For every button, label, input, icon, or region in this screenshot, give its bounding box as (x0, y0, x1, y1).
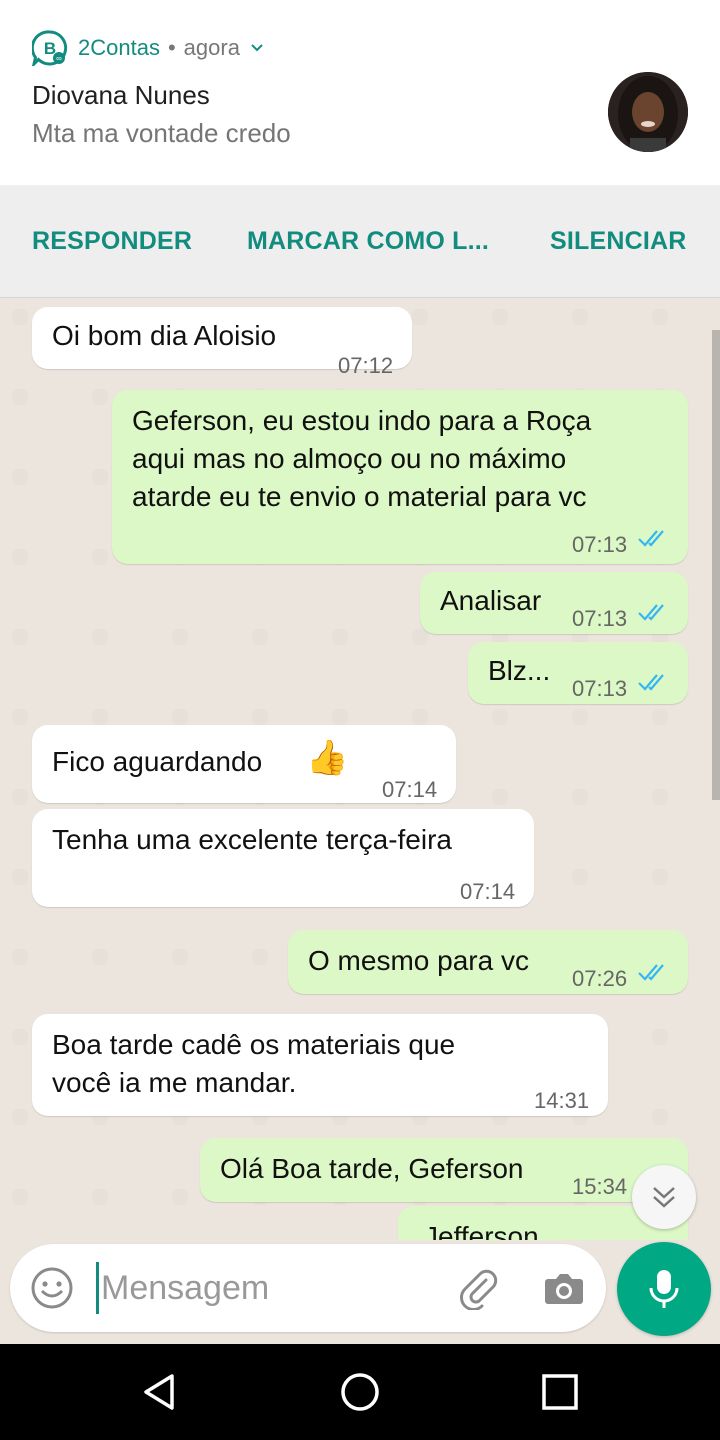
avatar (608, 72, 688, 152)
notification-header: B ∞ 2Contas • agora (32, 30, 264, 66)
mic-icon (649, 1270, 679, 1308)
message-time: 07:13 (572, 532, 628, 557)
message-time: 07:12 (338, 353, 394, 378)
message-composer (0, 1240, 720, 1344)
message-bubble[interactable]: Olá Boa tarde, Geferson 15:34 (200, 1138, 688, 1202)
message-time: 07:13 (572, 606, 628, 631)
message-text-line: Geferson, eu estou indo para a Roça (132, 405, 592, 436)
back-icon[interactable] (138, 1370, 182, 1414)
message-bubble[interactable]: Boa tarde cadê os materiais que você ia … (32, 1014, 608, 1116)
scrollbar[interactable] (712, 330, 720, 800)
message-text-line: Boa tarde cadê os materiais que (52, 1029, 456, 1060)
message-bubble[interactable]: O mesmo para vc 07:26 (288, 930, 688, 994)
message-text: Analisar (440, 585, 542, 616)
notification-actions: RESPONDER MARCAR COMO L... SILENCIAR (0, 185, 720, 298)
recents-icon[interactable] (538, 1370, 582, 1414)
notification-time: agora (183, 35, 240, 60)
message-text: Olá Boa tarde, Geferson (220, 1153, 524, 1184)
read-ticks-icon (638, 530, 664, 547)
message-field[interactable] (10, 1244, 606, 1332)
notification-sender: Diovana Nunes (32, 80, 210, 110)
message-time: 07:26 (572, 966, 628, 991)
message-time: 15:34 (572, 1174, 628, 1199)
message-input[interactable] (96, 1262, 433, 1314)
message-time: 07:13 (572, 676, 628, 701)
emoji-icon[interactable] (30, 1266, 74, 1310)
message-time: 07:14 (382, 777, 438, 802)
message-time: 14:31 (534, 1088, 590, 1113)
message-bubble[interactable]: Fico aguardando 👍 07:14 (32, 725, 456, 803)
camera-icon[interactable] (542, 1266, 586, 1310)
message-text: Blz... (488, 655, 551, 686)
mark-as-read-button[interactable]: MARCAR COMO L... (247, 227, 489, 256)
voice-record-button[interactable] (617, 1242, 711, 1336)
message-bubble[interactable]: Analisar 07:13 (420, 572, 688, 634)
message-text: Jefferson (424, 1221, 539, 1240)
attach-icon[interactable] (456, 1266, 500, 1310)
message-text-line: atarde eu te envio o material para vc (132, 481, 587, 512)
app-name: 2Contas (78, 35, 160, 60)
notification[interactable]: B ∞ 2Contas • agora Diovana Nunes Mta ma… (0, 0, 720, 185)
message-bubble[interactable]: Tenha uma excelente terça-feira 07:14 (32, 809, 534, 907)
message-text: O mesmo para vc (308, 945, 529, 976)
home-icon[interactable] (338, 1370, 382, 1414)
chevron-down-icon[interactable] (250, 41, 264, 55)
message-text: Fico aguardando (52, 746, 263, 777)
message-bubble[interactable]: Oi bom dia Aloisio 07:12 (32, 307, 412, 378)
notification-preview: Mta ma vontade credo (32, 118, 291, 148)
app-logo-icon: B ∞ (32, 30, 68, 66)
read-ticks-icon (638, 964, 664, 981)
separator-dot: • (167, 35, 176, 60)
scroll-down-icon (653, 1187, 675, 1208)
avatar-image (608, 72, 688, 152)
thumbs-up-emoji: 👍 (306, 739, 349, 777)
message-text-line: você ia me mandar. (52, 1067, 297, 1098)
scroll-down-button[interactable] (632, 1165, 696, 1229)
read-ticks-icon (638, 604, 664, 621)
chat-area[interactable]: Oi bom dia Aloisio 07:12 Geferson, eu es… (0, 297, 720, 1240)
mute-button[interactable]: SILENCIAR (550, 227, 687, 256)
message-time: 07:14 (460, 879, 516, 904)
message-text: Oi bom dia Aloisio (52, 320, 277, 351)
reply-button[interactable]: RESPONDER (32, 227, 192, 256)
read-ticks-icon (638, 674, 664, 691)
svg-text:∞: ∞ (56, 54, 62, 63)
system-navigation-bar (0, 1344, 720, 1440)
message-bubble[interactable]: Blz... 07:13 (468, 642, 688, 704)
message-text-line: aqui mas no almoço ou no máximo (132, 443, 567, 474)
message-text: Tenha uma excelente terça-feira (52, 824, 452, 855)
message-bubble[interactable]: Geferson, eu estou indo para a Roça aqui… (112, 390, 688, 564)
